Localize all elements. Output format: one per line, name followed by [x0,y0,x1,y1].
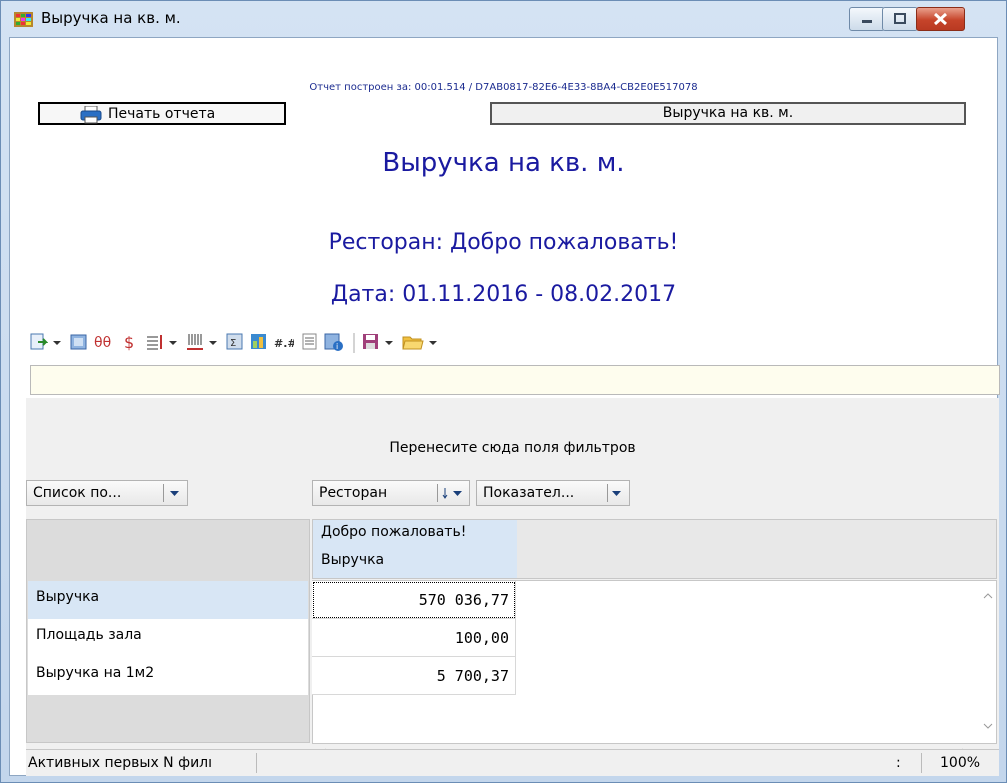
row-field-button[interactable]: Список по... [26,480,188,506]
dropdown-arrow-icon[interactable] [208,333,218,353]
row-header-revenue-per-m2[interactable]: Выручка на 1м2 [28,657,308,695]
svg-text:i: i [336,342,338,351]
app-window: Выручка на кв. м. Отчет построен за: 00:… [0,0,1007,783]
filter-drop-hint: Перенесите сюда поля фильтров [389,440,636,456]
export-layout-icon[interactable] [30,333,48,353]
app-icon [14,12,33,27]
filter-strip[interactable] [30,365,1000,395]
data-cell-revenue-per-m2[interactable]: 5 700,37 [312,657,516,695]
dropdown-arrow-icon[interactable] [428,333,438,353]
status-filter-text: Активных первых N филı [28,755,213,771]
column-header-cell[interactable]: Добро пожаловать! Выручка [313,520,517,578]
expand-icon[interactable]: $ [122,333,138,353]
open-folder-icon[interactable] [402,333,424,353]
column-header-measure: Выручка [321,552,385,568]
print-report-label: Печать отчета [108,106,216,122]
report-restaurant-line: Ресторан: Добро пожаловать! [328,230,679,255]
zoom-level[interactable]: 100% [940,755,980,771]
pivot-toolbar: θθ $ Σ #.# i [30,333,710,355]
column-header-area: Добро пожаловать! Выручка [312,519,997,579]
row-field-label: Список по... [33,485,122,501]
dropdown-arrow-icon[interactable] [611,484,623,502]
row-header-hall-area[interactable]: Площадь зала [28,619,308,657]
column-field-restaurant-label: Ресторан [319,485,388,501]
row-header-revenue[interactable]: Выручка [28,581,308,619]
print-report-button[interactable]: Печать отчета [38,102,286,125]
report-name-button[interactable]: Выручка на кв. м. [490,102,966,125]
number-format-icon[interactable]: #.# [274,333,294,353]
collapse-icon[interactable]: θθ [94,333,114,353]
vertical-scrollbar[interactable] [979,580,997,742]
dropdown-arrow-icon[interactable] [169,484,181,502]
svg-text:θθ: θθ [94,335,111,351]
minimize-icon [862,20,872,23]
minimize-button[interactable] [849,7,885,31]
report-build-info: Отчет построен за: 00:01.514 / D7AB0817-… [309,82,698,93]
dropdown-arrow-icon[interactable] [52,333,62,353]
maximize-button[interactable] [882,7,918,31]
column-field-measures-label: Показател... [483,485,575,501]
data-cell-revenue[interactable]: 570 036,77 [312,581,516,619]
data-cell-hall-area[interactable]: 100,00 [312,619,516,657]
svg-text:#.#: #.# [274,337,294,350]
window-title: Выручка на кв. м. [41,9,181,27]
close-icon [933,12,948,26]
grid-icon[interactable] [70,333,88,353]
sort-dropdown-icon[interactable] [441,484,467,502]
printer-icon [80,106,102,124]
separator-icon [353,333,355,353]
properties-icon[interactable]: i [324,333,344,353]
status-separator: : [896,755,901,771]
column-field-measures-button[interactable]: Показател... [476,480,630,506]
title-bar[interactable]: Выручка на кв. м. [1,1,1006,37]
column-field-restaurant-button[interactable]: Ресторан [312,480,470,506]
report-title: Выручка на кв. м. [382,148,625,178]
text-lines-icon[interactable] [302,333,318,353]
report-client-area: Отчет построен за: 00:01.514 / D7AB0817-… [9,37,1000,776]
totals-icon[interactable]: Σ [226,333,244,353]
column-width-icon[interactable] [186,333,204,353]
dropdown-arrow-icon[interactable] [168,333,178,353]
dropdown-arrow-icon[interactable] [384,333,394,353]
scroll-up-icon [983,593,993,599]
close-button[interactable] [916,7,965,31]
chart-icon[interactable] [250,333,268,353]
svg-text:Σ: Σ [230,338,236,349]
save-icon[interactable] [362,333,380,353]
maximize-icon [894,13,906,24]
svg-text:$: $ [124,333,134,352]
column-header-restaurant: Добро пожаловать! [321,524,467,540]
sort-rows-icon[interactable] [146,333,164,353]
scroll-down-icon [983,723,993,729]
pivot-grid: Перенесите сюда поля фильтров Список по.… [26,398,999,776]
report-date-line: Дата: 01.11.2016 - 08.02.2017 [330,282,677,307]
pivot-table: Добро пожаловать! Выручка Выручка Площад… [26,519,999,758]
status-bar: Активных первых N филı : 100% [26,749,999,776]
